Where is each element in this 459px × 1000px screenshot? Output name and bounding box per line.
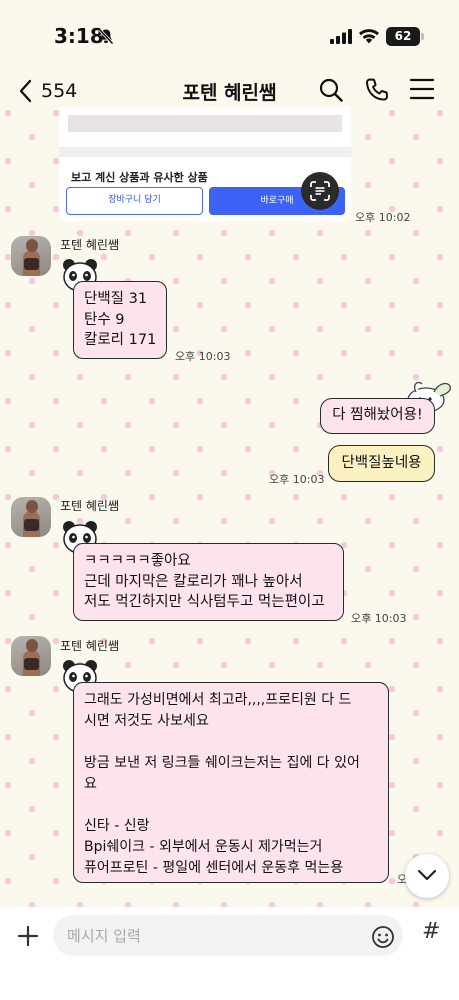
wifi-icon <box>358 27 380 48</box>
outgoing-message-bubble[interactable]: 다 찜해놨어용! <box>320 398 435 434</box>
message-time: 오후 10:03 <box>269 473 325 486</box>
chat-header: 554 포텐 혜린쌤 <box>0 70 459 110</box>
chevron-down-icon <box>417 869 437 881</box>
outgoing-message-bubble[interactable]: 단백질높네용 <box>328 445 435 482</box>
cellular-signal-icon <box>330 29 352 48</box>
message-time: 오후 10:03 <box>175 350 231 363</box>
add-to-cart-button[interactable]: 장바구니 담기 <box>66 187 203 215</box>
message-input-bar: # <box>0 907 459 1000</box>
sender-name: 포텐 혜린쌤 <box>60 639 120 653</box>
scroll-to-bottom-button[interactable] <box>405 854 449 898</box>
message-bubble[interactable]: 그래도 가성비면에서 최고라,,,,프로티원 다 드 시면 저것도 사보세요 방… <box>73 682 389 883</box>
phone-icon[interactable] <box>364 77 390 107</box>
avatar[interactable] <box>11 236 51 276</box>
emoji-icon[interactable] <box>371 925 395 949</box>
card-heading: 보고 계신 상품과 유사한 상품 <box>71 171 208 184</box>
bell-muted-icon <box>98 28 114 49</box>
status-bar: 3:18 62 <box>0 0 459 70</box>
text-scan-button[interactable] <box>301 172 339 210</box>
battery-indicator: 62 <box>386 27 424 46</box>
chat-title: 포텐 혜린쌤 <box>182 82 277 104</box>
text-scan-icon <box>310 181 330 201</box>
plus-icon[interactable] <box>12 920 44 952</box>
product-image-placeholder <box>68 115 342 132</box>
status-time: 3:18 <box>54 24 104 48</box>
search-icon[interactable] <box>318 77 344 107</box>
menu-icon[interactable] <box>409 78 435 104</box>
message-time: 오후 10:02 <box>355 211 411 224</box>
hashtag-search-icon[interactable]: # <box>422 919 440 944</box>
sender-name: 포텐 혜린쌤 <box>60 238 120 252</box>
message-input[interactable] <box>53 915 403 956</box>
avatar[interactable] <box>11 497 51 537</box>
message-bubble[interactable]: ㅋㅋㅋㅋㅋ좋아요 근데 마지막은 칼로리가 꽤나 높아서 저도 먹긴하지만 식사… <box>73 543 344 621</box>
message-time: 오후 10:03 <box>351 612 407 625</box>
avatar[interactable] <box>11 636 51 676</box>
sender-name: 포텐 혜린쌤 <box>60 499 120 513</box>
card-divider <box>59 147 351 157</box>
message-bubble[interactable]: 단백질 31 탄수 9 칼로리 171 <box>73 281 168 359</box>
